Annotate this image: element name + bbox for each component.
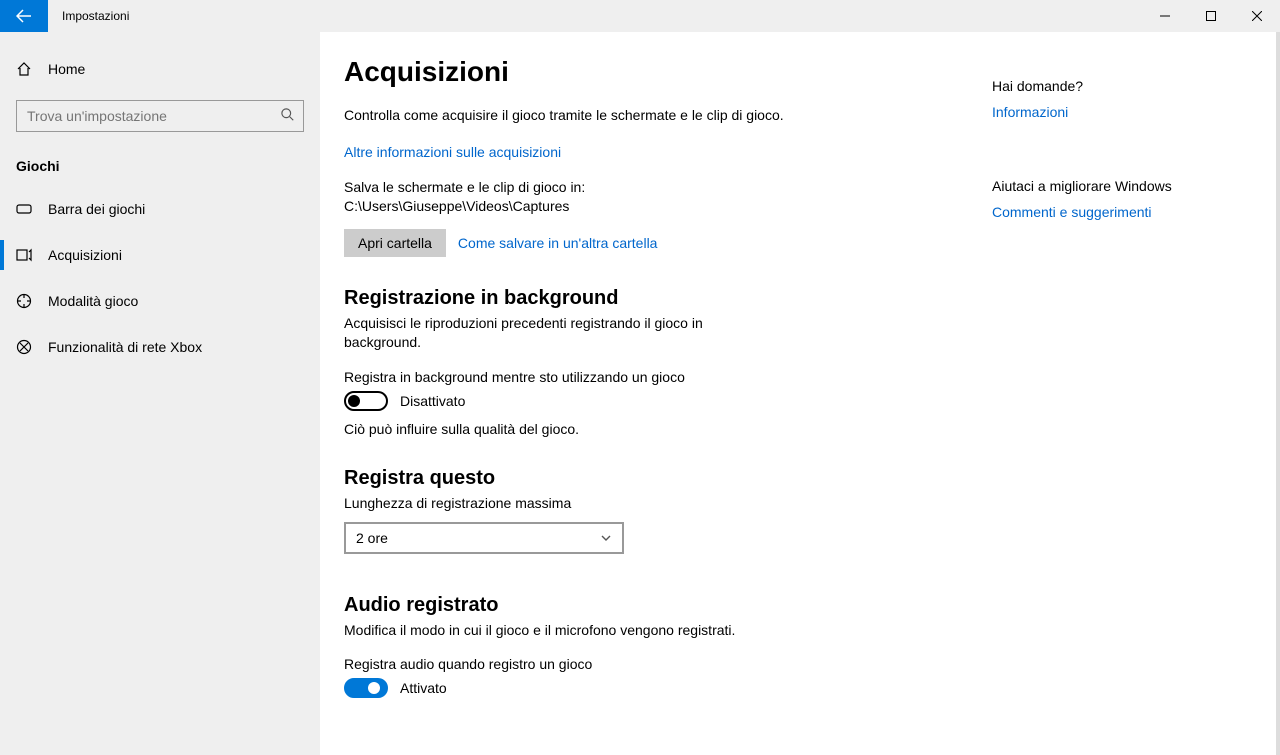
sidebar-item-label: Barra dei giochi (48, 201, 145, 217)
bg-rec-toggle[interactable] (344, 391, 388, 411)
rec-this-heading: Registra questo (344, 467, 992, 490)
audio-toggle-state: Attivato (400, 680, 447, 696)
bg-rec-note: Ciò può influire sulla qualità del gioco… (344, 421, 992, 437)
titlebar: Impostazioni (0, 0, 1280, 32)
bg-rec-toggle-label: Registra in background mentre sto utiliz… (344, 369, 992, 385)
captures-icon (16, 247, 32, 263)
right-rail: Hai domande? Informazioni Aiutaci a migl… (992, 32, 1252, 226)
sidebar-home-label: Home (48, 61, 85, 77)
search-icon (281, 108, 295, 125)
open-folder-button[interactable]: Apri cartella (344, 229, 446, 257)
sidebar-item-captures[interactable]: Acquisizioni (0, 232, 320, 278)
bg-rec-heading: Registrazione in background (344, 287, 992, 310)
page-title: Acquisizioni (344, 56, 992, 88)
sidebar-home[interactable]: Home (0, 46, 320, 92)
help-improve-heading: Aiutaci a migliorare Windows (992, 178, 1228, 194)
audio-toggle[interactable] (344, 678, 388, 698)
rec-this-sub: Lunghezza di registrazione massima (344, 494, 804, 514)
close-icon (1252, 11, 1262, 21)
close-button[interactable] (1234, 0, 1280, 32)
chevron-down-icon (600, 532, 612, 544)
sidebar: Home Giochi Barra dei giochi Acquisizion… (0, 32, 320, 755)
info-link[interactable]: Informazioni (992, 104, 1228, 120)
maximize-icon (1206, 11, 1216, 21)
bg-rec-toggle-state: Disattivato (400, 393, 465, 409)
how-to-save-link[interactable]: Come salvare in un'altra cartella (458, 235, 658, 251)
audio-desc: Modifica il modo in cui il gioco e il mi… (344, 621, 844, 641)
sidebar-item-game-mode[interactable]: Modalità gioco (0, 278, 320, 324)
search-input[interactable] (27, 108, 281, 124)
minimize-icon (1160, 11, 1170, 21)
window-title: Impostazioni (48, 0, 129, 32)
max-length-select[interactable]: 2 ore (344, 522, 624, 554)
sidebar-item-game-bar[interactable]: Barra dei giochi (0, 186, 320, 232)
bg-rec-desc: Acquisisci le riproduzioni precedenti re… (344, 314, 764, 353)
page-intro: Controlla come acquisire il gioco tramit… (344, 106, 804, 126)
sidebar-item-xbox-network[interactable]: Funzionalità di rete Xbox (0, 324, 320, 370)
xbox-icon (16, 339, 32, 355)
maximize-button[interactable] (1188, 0, 1234, 32)
audio-heading: Audio registrato (344, 594, 992, 617)
game-bar-icon (16, 201, 32, 217)
content-area: Acquisizioni Controlla come acquisire il… (320, 32, 1280, 755)
max-length-value: 2 ore (356, 530, 388, 546)
sidebar-category: Giochi (0, 140, 320, 186)
questions-heading: Hai domande? (992, 78, 1228, 94)
save-path-text: Salva le schermate e le clip di gioco in… (344, 178, 804, 217)
back-button[interactable] (0, 0, 48, 32)
arrow-left-icon (16, 8, 32, 24)
home-icon (16, 61, 32, 77)
scrollbar[interactable] (1276, 32, 1280, 755)
search-input-wrap[interactable] (16, 100, 304, 132)
sidebar-item-label: Modalità gioco (48, 293, 138, 309)
sidebar-item-label: Acquisizioni (48, 247, 122, 263)
sidebar-item-label: Funzionalità di rete Xbox (48, 339, 202, 355)
game-mode-icon (16, 293, 32, 309)
more-info-link[interactable]: Altre informazioni sulle acquisizioni (344, 144, 992, 160)
feedback-link[interactable]: Commenti e suggerimenti (992, 204, 1228, 220)
audio-toggle-label: Registra audio quando registro un gioco (344, 656, 992, 672)
minimize-button[interactable] (1142, 0, 1188, 32)
